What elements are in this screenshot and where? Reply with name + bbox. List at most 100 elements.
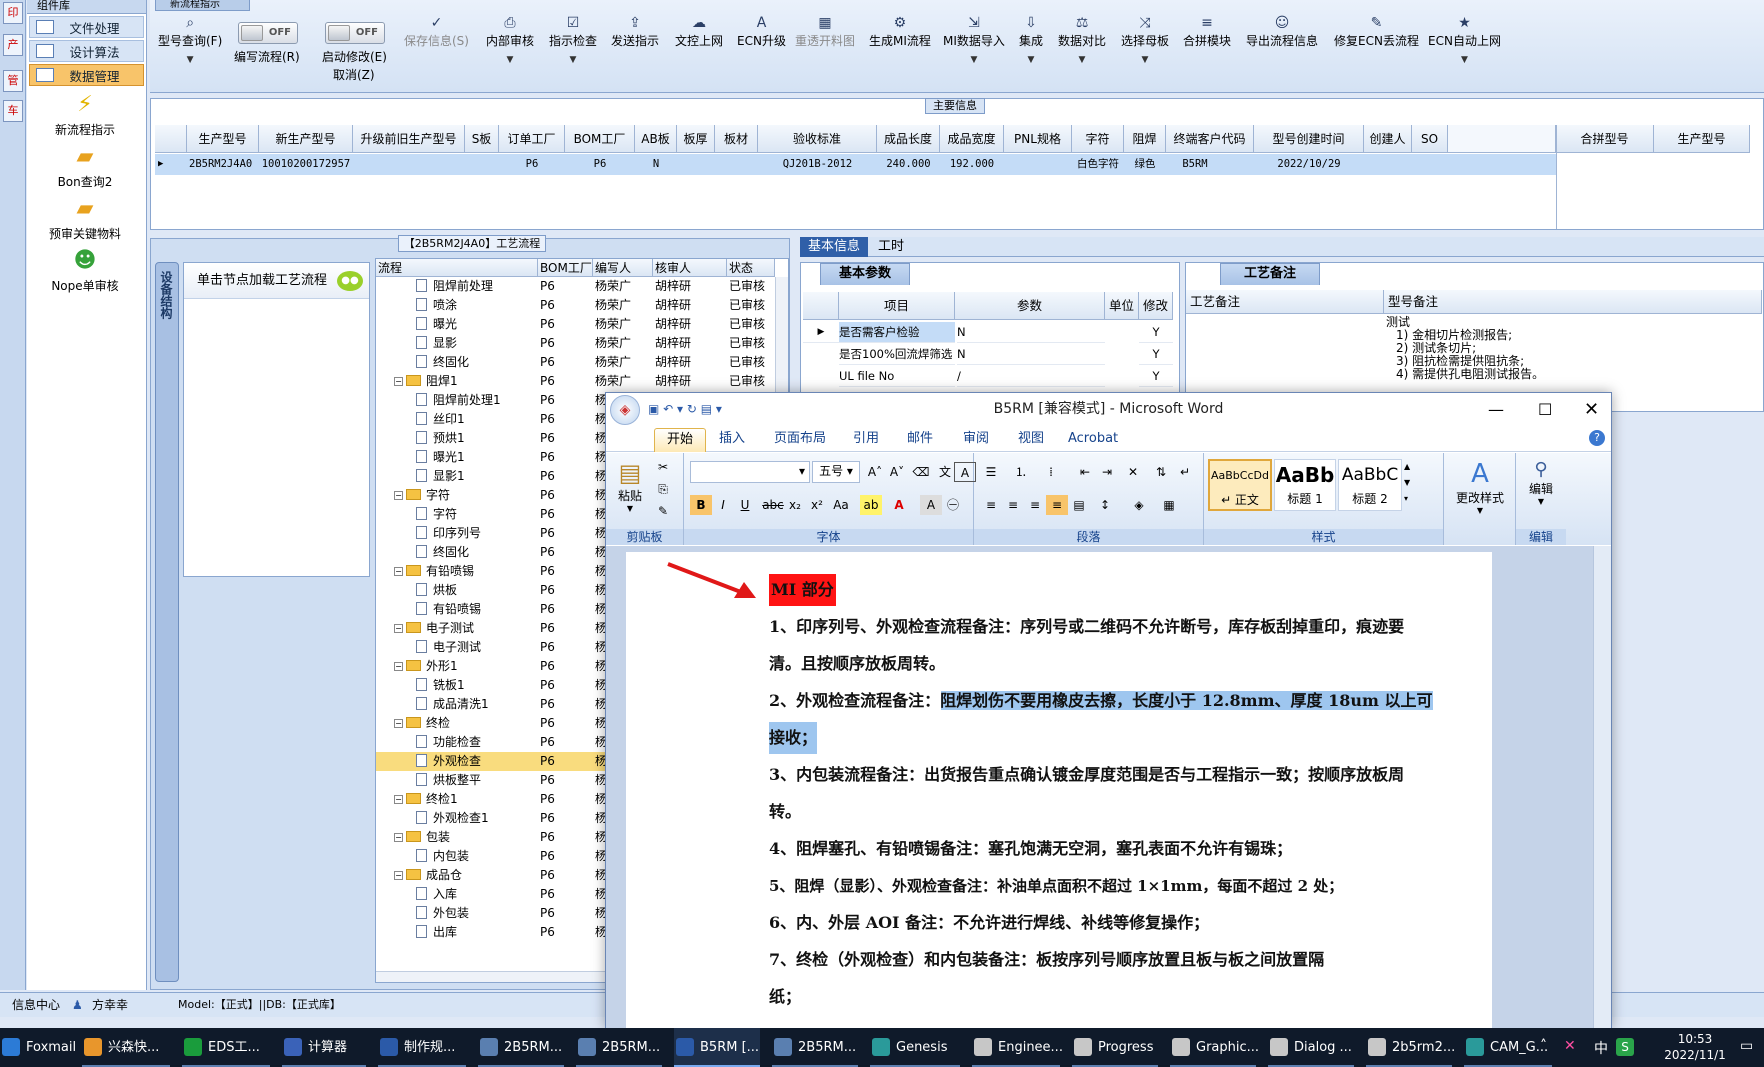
- taskbar-item[interactable]: 制作规...: [378, 1028, 466, 1067]
- taskbar-item[interactable]: B5RM [...: [674, 1028, 760, 1067]
- send-instruction-button[interactable]: ⇪ 发送指示: [611, 14, 659, 49]
- style-normal[interactable]: AaBbCcDd ↵ 正文: [1208, 459, 1272, 511]
- col-header[interactable]: BOM工厂: [538, 259, 593, 277]
- phonetic-icon[interactable]: 文: [934, 462, 956, 482]
- style-heading-1[interactable]: AaBb 标题 1: [1274, 459, 1336, 511]
- taskbar-item[interactable]: 计算器: [282, 1028, 366, 1067]
- write-flow-toggle[interactable]: OFF: [238, 22, 298, 44]
- col-header[interactable]: BOM工厂: [565, 125, 635, 153]
- ribbon-tab-title[interactable]: 新流程指示: [155, 0, 250, 11]
- ecn-upgrade-button[interactable]: A ECN升级: [737, 14, 786, 49]
- taskbar-item[interactable]: 2b5rm2...: [1366, 1028, 1455, 1067]
- mi-data-import-button[interactable]: ⇲ MI数据导入 ▼: [943, 14, 1005, 65]
- cut-icon[interactable]: ✂: [652, 457, 674, 477]
- param-value[interactable]: N: [957, 322, 1105, 343]
- tab-references[interactable]: 引用: [841, 428, 891, 452]
- fix-ecn-flow-button[interactable]: ✎ 修复ECN丢流程: [1334, 14, 1419, 49]
- instruction-check-button[interactable]: ☑ 指示检查 ▼: [549, 14, 597, 65]
- nav-nope-review[interactable]: ☻ Nope单审核: [27, 248, 143, 294]
- generate-mi-flow-button[interactable]: ⚙ 生成MI流程: [869, 14, 931, 49]
- param-item[interactable]: 是否需客户检验: [839, 322, 955, 343]
- help-icon[interactable]: ?: [1589, 430, 1605, 446]
- col-header[interactable]: 验收标准: [758, 125, 877, 153]
- tree-row[interactable]: 阻焊前处理 P6 杨荣广 胡梓研 已审核: [376, 277, 788, 296]
- ecn-auto-online-button[interactable]: ★ ECN自动上网 ▼: [1428, 14, 1501, 65]
- superscript-icon[interactable]: x²: [806, 495, 828, 515]
- select-mother-board-button[interactable]: ⤨ 选择母板 ▼: [1121, 14, 1169, 65]
- taskbar-item[interactable]: EDS工...: [182, 1028, 270, 1067]
- taskbar-item[interactable]: Foxmail: [0, 1028, 76, 1067]
- document-page[interactable]: MI 部分 1、印序列号、外观检查流程备注：序列号或二维码不允许断号，库存板刮掉…: [626, 552, 1492, 1029]
- tray-app-icon[interactable]: ✕: [1564, 1038, 1576, 1054]
- notification-icon[interactable]: ▭: [1740, 1038, 1753, 1054]
- taskbar-item[interactable]: Progress: [1072, 1028, 1158, 1067]
- maximize-icon[interactable]: ☐: [1538, 393, 1552, 426]
- word-vertical-scrollbar[interactable]: [1593, 546, 1611, 1029]
- italic-icon[interactable]: I: [712, 495, 734, 515]
- nav-bon-query[interactable]: ▰ Bon查询2: [27, 144, 143, 190]
- tab-work-hours[interactable]: 工时: [870, 237, 912, 257]
- font-color-icon[interactable]: A: [888, 495, 910, 515]
- chinese-layout-icon[interactable]: ✕: [1122, 462, 1144, 482]
- nav-new-flow[interactable]: ⚡ 新流程指示: [27, 92, 143, 138]
- col-header[interactable]: 字符: [1072, 125, 1124, 153]
- node-hint[interactable]: 单击节点加载工艺流程 ●●: [184, 263, 369, 299]
- integrate-button[interactable]: ⇩ 集成 ▼: [1019, 14, 1043, 65]
- char-shading-icon[interactable]: A: [920, 495, 942, 515]
- decrease-indent-icon[interactable]: ⇤: [1074, 462, 1096, 482]
- col-header[interactable]: 流程: [376, 259, 538, 277]
- tree-row[interactable]: − 阻焊1 P6 杨荣广 胡梓研 已审核: [376, 372, 788, 391]
- col-header[interactable]: 生产型号: [1654, 125, 1750, 153]
- show-marks-icon[interactable]: ↵: [1174, 462, 1196, 482]
- internal-review-button[interactable]: ⎙ 内部审核 ▼: [486, 14, 534, 65]
- tab-page-layout[interactable]: 页面布局: [762, 428, 838, 452]
- col-header[interactable]: 项目: [839, 292, 955, 320]
- chevron-up-icon[interactable]: ˄: [1540, 1038, 1547, 1054]
- taskbar-item[interactable]: Enginee...: [972, 1028, 1063, 1067]
- col-header[interactable]: 状态: [727, 259, 775, 277]
- taskbar-item[interactable]: CAM_G...: [1464, 1028, 1552, 1067]
- col-header[interactable]: 合拼型号: [1556, 125, 1654, 153]
- col-header[interactable]: 修改: [1139, 292, 1173, 320]
- col-header[interactable]: 创建人: [1364, 125, 1412, 153]
- tree-row[interactable]: 显影 P6 杨荣广 胡梓研 已审核: [376, 334, 788, 353]
- col-header[interactable]: 工艺备注: [1186, 290, 1384, 314]
- tab-home[interactable]: 开始: [654, 428, 707, 452]
- word-titlebar[interactable]: ◈ ▣ ↶ ▾ ↻ ▤ ▾ B5RM [兼容模式] - Microsoft Wo…: [606, 393, 1611, 426]
- col-header[interactable]: 成品宽度: [940, 125, 1004, 153]
- font-name-select[interactable]: ▾: [690, 461, 810, 483]
- tree-row[interactable]: 终固化 P6 杨荣广 胡梓研 已审核: [376, 353, 788, 372]
- bold-icon[interactable]: B: [690, 495, 712, 515]
- collapse-icon[interactable]: −: [394, 377, 403, 386]
- increase-indent-icon[interactable]: ⇥: [1096, 462, 1118, 482]
- tree-row[interactable]: 曝光 P6 杨荣广 胡梓研 已审核: [376, 315, 788, 334]
- justify-icon[interactable]: ≡: [1046, 495, 1068, 515]
- chat-bubble-icon[interactable]: ●●: [337, 271, 363, 291]
- taskbar-item[interactable]: 2B5RM...: [576, 1028, 662, 1067]
- tab-insert[interactable]: 插入: [707, 428, 757, 452]
- ime-indicator[interactable]: 中: [1594, 1038, 1608, 1058]
- align-right-icon[interactable]: ≡: [1024, 495, 1046, 515]
- font-size-select[interactable]: 五号 ▾: [812, 461, 860, 483]
- subscript-icon[interactable]: x₂: [784, 495, 806, 515]
- tab-acrobat[interactable]: Acrobat: [1056, 428, 1130, 452]
- col-header[interactable]: 生产型号: [187, 125, 259, 153]
- distributed-icon[interactable]: ▤: [1068, 495, 1090, 515]
- line-spacing-icon[interactable]: ↕: [1094, 495, 1116, 515]
- tab-review[interactable]: 审阅: [951, 428, 1001, 452]
- align-center-icon[interactable]: ≡: [1002, 495, 1024, 515]
- taskbar-item[interactable]: 兴森快...: [82, 1028, 170, 1067]
- tab-process-remarks[interactable]: 工艺备注: [1220, 263, 1320, 285]
- data-compare-button[interactable]: ⚖ 数据对比 ▼: [1058, 14, 1106, 65]
- tab-basic-info[interactable]: 基本信息: [800, 237, 869, 257]
- strip-item[interactable]: 车: [3, 100, 23, 122]
- param-item[interactable]: 是否100%回流焊筛选: [839, 344, 955, 365]
- param-value[interactable]: N: [957, 344, 1105, 365]
- taskbar-item[interactable]: Dialog ...: [1268, 1028, 1354, 1067]
- col-header[interactable]: 单位: [1105, 292, 1139, 320]
- modify-toggle[interactable]: OFF: [325, 22, 385, 44]
- strikethrough-icon[interactable]: abc: [762, 495, 784, 515]
- clock[interactable]: 10:53 2022/11/1: [1660, 1031, 1730, 1063]
- save-info-button[interactable]: ✓ 保存信息(S): [404, 14, 469, 49]
- enclose-char-icon[interactable]: ㊀: [942, 495, 964, 515]
